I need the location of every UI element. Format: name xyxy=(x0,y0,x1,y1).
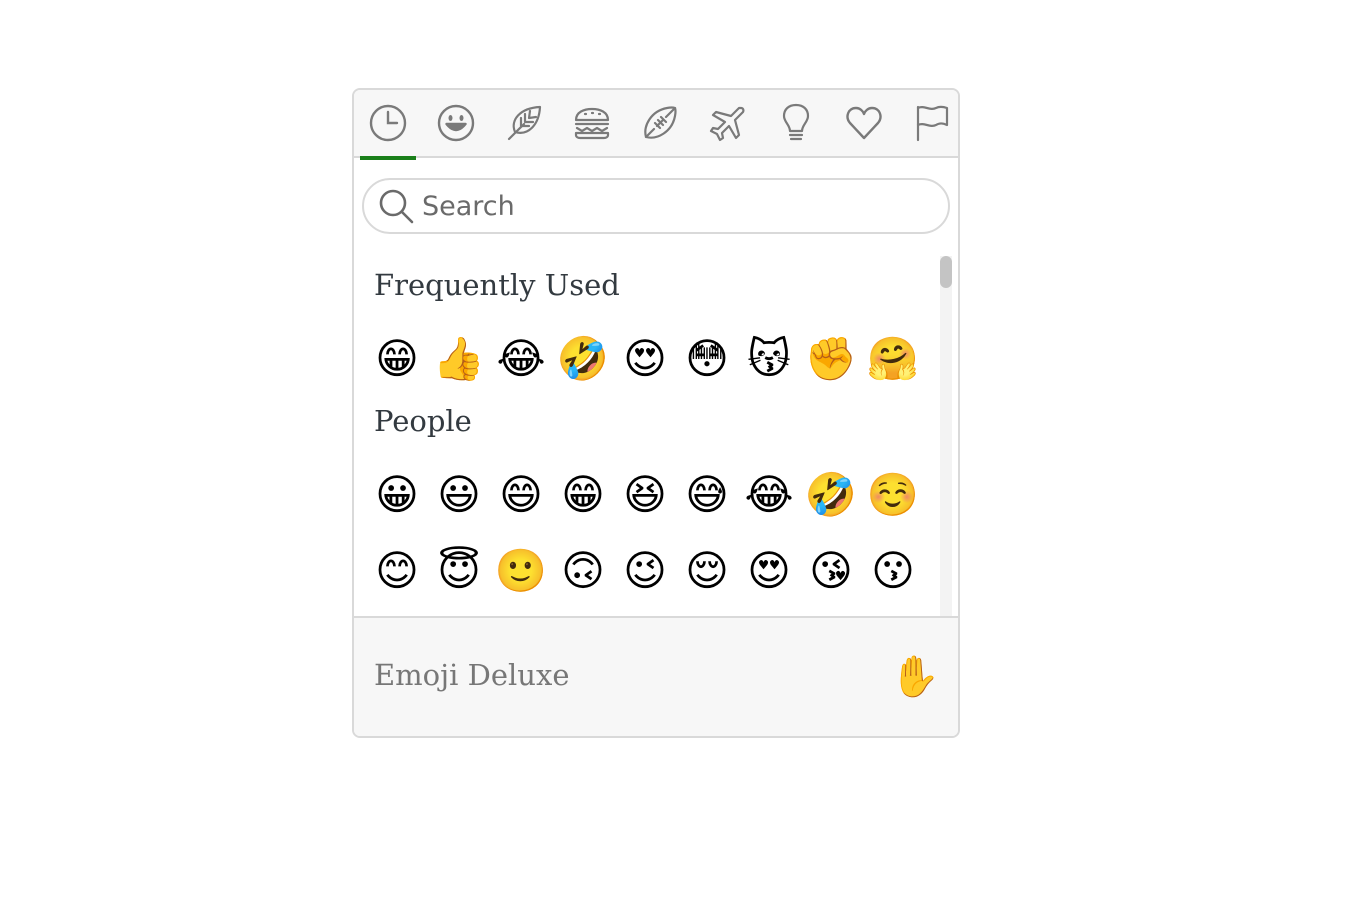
leaf-icon xyxy=(507,105,542,141)
search-input[interactable] xyxy=(422,188,922,224)
emoji-button[interactable]: 😌 xyxy=(676,540,738,602)
scrollbar-track[interactable] xyxy=(940,256,952,616)
preview-title: Emoji Deluxe xyxy=(374,658,570,692)
search-box[interactable] xyxy=(362,178,950,234)
emoji-button[interactable]: 🤗 xyxy=(862,328,924,390)
emoji-button[interactable]: 🤣 xyxy=(552,328,614,390)
emoji-row: 😊 😇 🙂 🙃 😉 😌 😍 😘 😗 xyxy=(366,540,924,602)
emoji-button[interactable]: 😳 xyxy=(676,328,738,390)
emoji-button[interactable]: 👍 xyxy=(428,328,490,390)
emoji-button[interactable]: 🙃 xyxy=(552,540,614,602)
section-title-people: People xyxy=(374,404,472,438)
section-title-frequently-used: Frequently Used xyxy=(374,268,620,302)
emoji-button[interactable]: ✊ xyxy=(800,328,862,390)
emoji-button[interactable]: 😽 xyxy=(738,328,800,390)
emoji-row: 😀 😃 😄 😁 😆 😅 😂 🤣 ☺️ xyxy=(366,464,924,526)
emoji-list[interactable]: Frequently Used 😁 👍 😂 🤣 😍 😳 😽 ✊ 🤗 People… xyxy=(354,252,958,616)
emoji-row: 😁 👍 😂 🤣 😍 😳 😽 ✊ 🤗 xyxy=(366,328,924,390)
emoji-button[interactable]: 😉 xyxy=(614,540,676,602)
emoji-button[interactable]: 😘 xyxy=(800,540,862,602)
tab-objects[interactable] xyxy=(768,90,824,156)
emoji-button[interactable]: 😊 xyxy=(366,540,428,602)
heart-icon xyxy=(846,106,882,140)
emoji-picker: Frequently Used 😁 👍 😂 🤣 😍 😳 😽 ✊ 🤗 People… xyxy=(352,88,960,738)
tab-people[interactable] xyxy=(428,90,484,156)
active-tab-indicator xyxy=(360,156,416,160)
emoji-button[interactable]: 😅 xyxy=(676,464,738,526)
emoji-button[interactable]: 😃 xyxy=(428,464,490,526)
football-icon xyxy=(644,106,677,139)
emoji-button[interactable]: 😍 xyxy=(738,540,800,602)
picker-footer: Emoji Deluxe ✋ xyxy=(354,616,958,736)
emoji-button[interactable]: 😆 xyxy=(614,464,676,526)
tab-symbols[interactable] xyxy=(836,90,892,156)
tab-food[interactable] xyxy=(564,90,620,156)
emoji-button[interactable]: 😁 xyxy=(366,328,428,390)
category-tabs xyxy=(354,90,958,160)
emoji-button[interactable]: 😍 xyxy=(614,328,676,390)
emoji-button[interactable]: 😂 xyxy=(490,328,552,390)
burger-icon xyxy=(574,107,610,140)
emoji-button[interactable]: 😗 xyxy=(862,540,924,602)
tab-recent[interactable] xyxy=(360,90,416,156)
skin-tone-selector[interactable]: ✋ xyxy=(890,652,940,702)
airplane-icon xyxy=(709,106,745,142)
smiley-icon xyxy=(437,104,475,142)
emoji-button[interactable]: 😁 xyxy=(552,464,614,526)
emoji-button[interactable]: 😀 xyxy=(366,464,428,526)
emoji-button[interactable]: ☺️ xyxy=(862,464,924,526)
tab-nature[interactable] xyxy=(496,90,552,156)
emoji-button[interactable]: 😄 xyxy=(490,464,552,526)
emoji-button[interactable]: 🤣 xyxy=(800,464,862,526)
clock-icon xyxy=(369,104,407,142)
tab-travel[interactable] xyxy=(700,90,756,156)
emoji-button[interactable]: 😂 xyxy=(738,464,800,526)
scrollbar-thumb[interactable] xyxy=(940,256,952,288)
tab-flags[interactable] xyxy=(904,90,958,156)
flag-icon xyxy=(916,105,949,142)
emoji-button[interactable]: 🙂 xyxy=(490,540,552,602)
emoji-button[interactable]: 😇 xyxy=(428,540,490,602)
tab-activity[interactable] xyxy=(632,90,688,156)
lightbulb-icon xyxy=(782,103,810,141)
search-icon xyxy=(379,189,414,224)
